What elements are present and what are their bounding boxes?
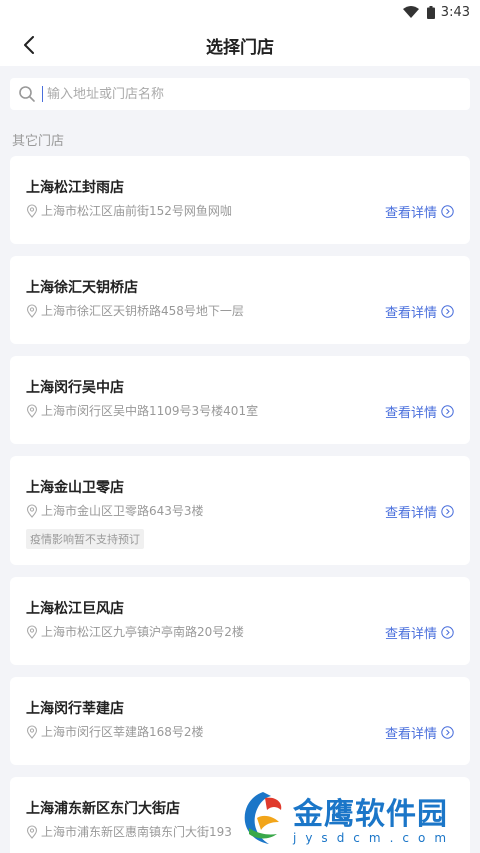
view-details-label: 查看详情 <box>384 506 437 521</box>
location-pin-icon <box>26 204 38 218</box>
chevron-right-circle-icon <box>441 726 454 739</box>
store-name: 上海金山卫零店 <box>26 480 124 496</box>
store-name: 上海松江封雨店 <box>26 180 124 196</box>
location-pin-icon <box>26 304 38 318</box>
back-button[interactable] <box>18 34 40 56</box>
search-container <box>0 66 480 110</box>
store-address: 上海市松江区九亭镇沪亭南路20号2楼 <box>41 625 244 639</box>
store-name: 上海闵行莘建店 <box>26 701 124 717</box>
location-pin-icon <box>26 825 38 839</box>
view-details-label: 查看详情 <box>384 727 437 742</box>
search-icon <box>19 86 35 102</box>
view-details-label: 查看详情 <box>384 206 437 221</box>
status-badge: 疫情影响暂不支持预订 <box>26 529 144 549</box>
store-name: 上海松江巨风店 <box>26 601 124 617</box>
store-name: 上海徐汇天钥桥店 <box>26 280 138 296</box>
wifi-icon <box>402 6 419 18</box>
watermark: 金鹰软件园 jysdcm.com <box>235 788 455 846</box>
store-address: 上海市金山区卫零路643号3楼 <box>41 504 204 518</box>
view-details-button[interactable]: 查看详情 <box>385 402 454 421</box>
store-address: 上海市徐汇区天钥桥路458号地下一层 <box>41 304 244 318</box>
eagle-logo-icon <box>244 792 282 844</box>
chevron-left-icon <box>24 36 34 54</box>
section-label: 其它门店 <box>12 134 65 149</box>
view-details-button[interactable]: 查看详情 <box>385 202 454 221</box>
status-time: 3:43 <box>440 4 470 20</box>
view-details-button[interactable]: 查看详情 <box>385 623 454 642</box>
watermark-name: 金鹰软件园 <box>293 797 448 832</box>
store-list: 上海松江封雨店 上海市松江区庙前街152号网鱼网咖 查看详情 上海徐汇天钥桥店 … <box>0 156 480 853</box>
chevron-right-circle-icon <box>441 505 454 518</box>
view-details-label: 查看详情 <box>384 627 437 642</box>
watermark-text: 金鹰软件园 jysdcm.com <box>293 789 455 845</box>
store-card[interactable]: 上海徐汇天钥桥店 上海市徐汇区天钥桥路458号地下一层 查看详情 <box>10 256 470 344</box>
location-pin-icon <box>26 725 38 739</box>
chevron-right-circle-icon <box>441 405 454 418</box>
search-input[interactable] <box>47 86 470 102</box>
view-details-label: 查看详情 <box>384 406 437 421</box>
store-address: 上海市松江区庙前街152号网鱼网咖 <box>41 204 232 218</box>
location-pin-icon <box>26 404 38 418</box>
store-card[interactable]: 上海闵行莘建店 上海市闵行区莘建路168号2楼 查看详情 <box>10 677 470 765</box>
chevron-right-circle-icon <box>441 205 454 218</box>
store-card[interactable]: 上海闵行吴中店 上海市闵行区吴中路1109号3号楼401室 查看详情 <box>10 356 470 444</box>
watermark-domain: jysdcm.com <box>293 831 456 845</box>
search-bar[interactable] <box>10 78 470 110</box>
store-name: 上海闵行吴中店 <box>26 380 124 396</box>
chevron-right-circle-icon <box>441 305 454 318</box>
header: 选择门店 <box>0 24 480 66</box>
store-card[interactable]: 上海金山卫零店 上海市金山区卫零路643号3楼 疫情影响暂不支持预订 查看详情 <box>10 456 470 565</box>
store-address: 上海市浦东新区惠南镇东门大街193 <box>41 825 232 839</box>
chevron-right-circle-icon <box>441 626 454 639</box>
store-address: 上海市闵行区吴中路1109号3号楼401室 <box>41 404 259 418</box>
view-details-button[interactable]: 查看详情 <box>385 302 454 321</box>
page-title: 选择门店 <box>206 37 274 58</box>
view-details-button[interactable]: 查看详情 <box>385 502 454 521</box>
store-address: 上海市闵行区莘建路168号2楼 <box>41 725 204 739</box>
location-pin-icon <box>26 625 38 639</box>
location-pin-icon <box>26 504 38 518</box>
battery-icon <box>426 5 435 19</box>
status-bar: 3:43 <box>0 0 480 24</box>
view-details-button[interactable]: 查看详情 <box>385 723 454 742</box>
text-cursor <box>42 86 43 102</box>
view-details-label: 查看详情 <box>384 306 437 321</box>
store-card[interactable]: 上海松江封雨店 上海市松江区庙前街152号网鱼网咖 查看详情 <box>10 156 470 244</box>
store-card[interactable]: 上海松江巨风店 上海市松江区九亭镇沪亭南路20号2楼 查看详情 <box>10 577 470 665</box>
